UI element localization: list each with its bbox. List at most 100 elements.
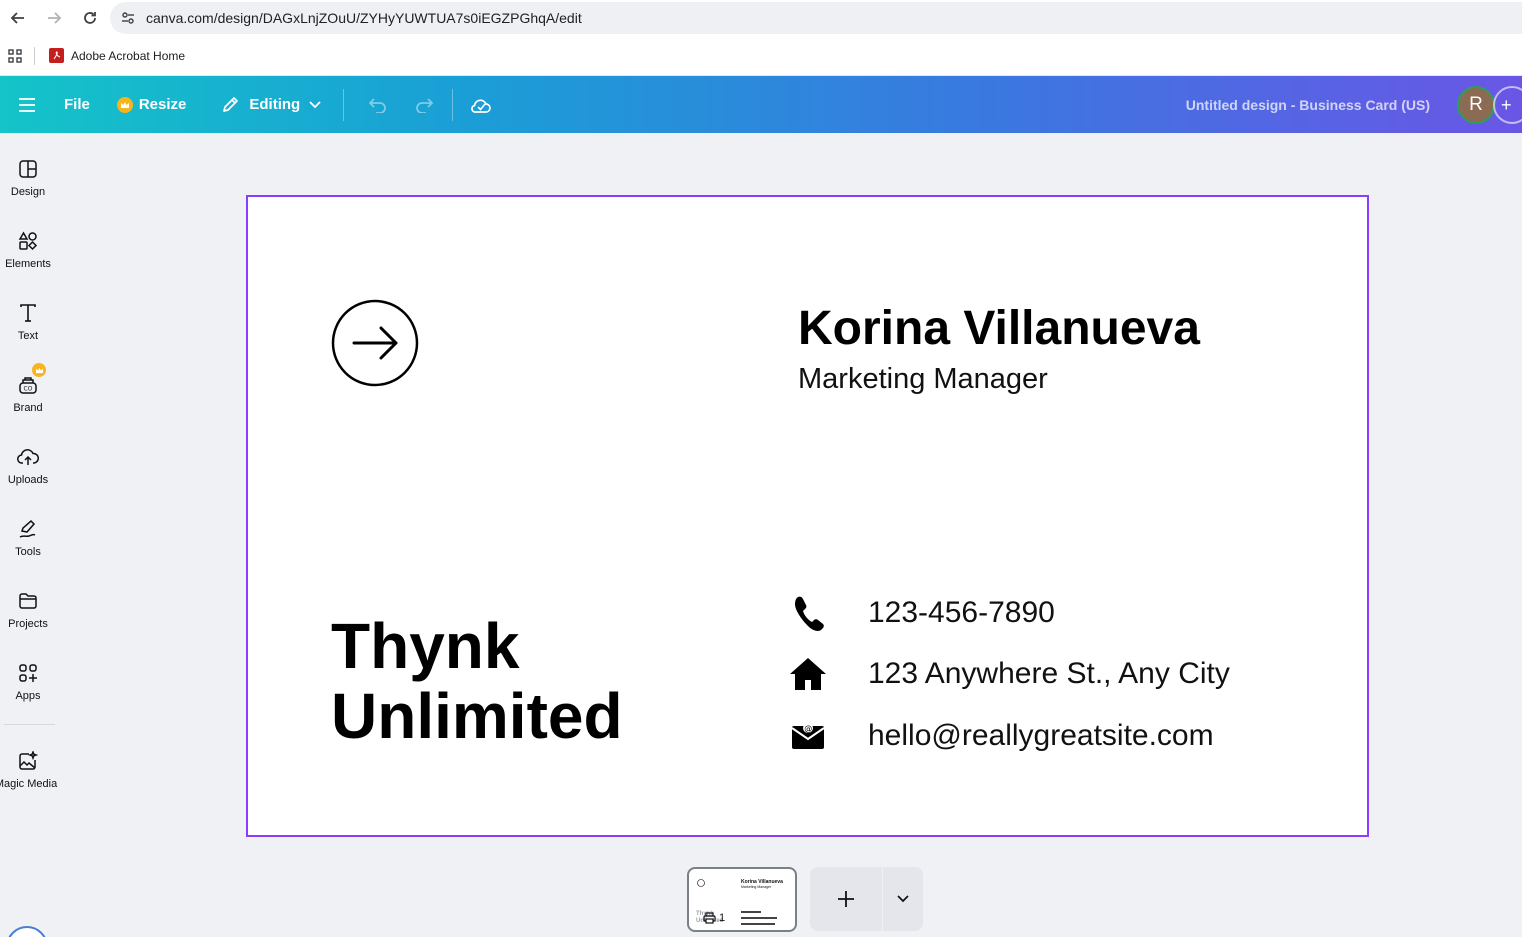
redo-icon bbox=[416, 97, 434, 113]
file-menu-button[interactable]: File bbox=[64, 85, 90, 125]
phone-text: 123-456-7890 bbox=[868, 596, 1055, 629]
bookmark-divider bbox=[34, 46, 35, 65]
sidebar-item-label: Projects bbox=[8, 618, 48, 630]
contact-email-row[interactable]: @ hello@reallygreatsite.com bbox=[788, 713, 1214, 759]
brand-icon: CO bbox=[16, 363, 46, 397]
user-avatar[interactable]: R bbox=[1457, 86, 1495, 124]
acrobat-icon bbox=[49, 48, 64, 63]
design-page[interactable]: Korina Villanueva Marketing Manager Thyn… bbox=[246, 195, 1369, 837]
back-arrow-icon bbox=[10, 12, 24, 24]
browser-toolbar: canva.com/design/DAGxLnjZOuU/ZYHyYUWTUA7… bbox=[0, 0, 1522, 36]
elements-icon bbox=[16, 229, 40, 253]
phone-icon bbox=[788, 593, 828, 633]
forward-button[interactable] bbox=[36, 0, 72, 36]
sidebar-item-label: Tools bbox=[15, 546, 41, 558]
email-text: hello@reallygreatsite.com bbox=[868, 719, 1214, 752]
editor-toolbar: File Resize Editing Untitled design - Bu… bbox=[0, 76, 1522, 133]
card-company[interactable]: Thynk Unlimited bbox=[331, 611, 623, 751]
address-text: 123 Anywhere St., Any City bbox=[868, 657, 1230, 690]
arrow-right-circle-icon bbox=[697, 879, 705, 887]
sidebar-item-label: Uploads bbox=[7, 474, 49, 486]
sidebar-item-brand[interactable]: CO Brand bbox=[0, 363, 56, 439]
forward-arrow-icon bbox=[48, 12, 62, 24]
redo-button[interactable] bbox=[404, 85, 444, 125]
plus-icon bbox=[838, 891, 854, 907]
reload-button[interactable] bbox=[72, 0, 108, 36]
thumb-role: Marketing Manager bbox=[741, 885, 772, 889]
arrow-right-circle-icon[interactable] bbox=[331, 299, 419, 387]
magic-media-icon bbox=[16, 749, 40, 773]
url-text: canva.com/design/DAGxLnjZOuU/ZYHyYUWTUA7… bbox=[146, 10, 582, 26]
sidebar-divider bbox=[4, 724, 55, 725]
sidebar-item-apps[interactable]: Apps bbox=[0, 661, 56, 727]
print-icon bbox=[703, 912, 716, 924]
undo-button[interactable] bbox=[358, 85, 398, 125]
editing-label: Editing bbox=[249, 96, 301, 113]
resize-button[interactable]: Resize bbox=[116, 85, 187, 125]
thumb-line bbox=[741, 923, 775, 925]
card-name[interactable]: Korina Villanueva bbox=[798, 301, 1200, 356]
company-line-1: Thynk bbox=[331, 610, 520, 682]
sidebar-item-elements[interactable]: Elements bbox=[0, 229, 56, 295]
sidebar-item-design[interactable]: Design bbox=[0, 157, 56, 223]
page-thumbnail[interactable]: Korina Villanueva Marketing Manager Thyn… bbox=[687, 867, 797, 932]
add-collaborator-button[interactable]: + bbox=[1493, 86, 1522, 124]
text-icon bbox=[16, 301, 40, 325]
sidebar-item-uploads[interactable]: Uploads bbox=[0, 445, 56, 511]
sidebar-item-label: Text bbox=[17, 330, 39, 342]
thumb-line bbox=[741, 911, 761, 913]
bookmark-label: Adobe Acrobat Home bbox=[71, 48, 186, 63]
contact-address-row[interactable]: 123 Anywhere St., Any City bbox=[788, 651, 1230, 697]
toolbar-separator bbox=[452, 88, 454, 121]
site-settings-icon[interactable] bbox=[110, 2, 146, 34]
sidebar-item-tools[interactable]: Tools bbox=[0, 517, 56, 583]
main-menu-button[interactable] bbox=[7, 85, 47, 125]
editing-mode-button[interactable]: Editing bbox=[221, 85, 321, 125]
bookmark-adobe-acrobat[interactable]: Adobe Acrobat Home bbox=[49, 48, 185, 63]
sidebar-item-label: Elements bbox=[5, 258, 51, 270]
sidebar-item-label: Apps bbox=[15, 690, 41, 702]
contact-phone-row[interactable]: 123-456-7890 bbox=[788, 590, 1055, 636]
apps-grid-icon[interactable] bbox=[4, 36, 26, 76]
plus-icon: + bbox=[1501, 94, 1512, 115]
bookmarks-bar: Adobe Acrobat Home bbox=[0, 36, 1522, 76]
add-page-options-button[interactable] bbox=[883, 867, 923, 931]
chevron-down-icon bbox=[309, 100, 321, 108]
email-icon: @ bbox=[788, 716, 828, 756]
svg-text:CO: CO bbox=[24, 386, 33, 393]
company-line-2: Unlimited bbox=[331, 680, 623, 752]
resize-label: Resize bbox=[138, 96, 187, 113]
sidebar-item-label: Brand bbox=[13, 402, 43, 414]
document-title[interactable]: Untitled design - Business Card (US) bbox=[1186, 76, 1430, 133]
left-sidebar: Design Elements Text CO Brand Uploads To… bbox=[0, 133, 58, 937]
reload-icon bbox=[84, 12, 96, 24]
crown-icon bbox=[32, 363, 46, 377]
tools-icon bbox=[16, 517, 40, 541]
pencil-icon bbox=[223, 97, 239, 112]
chevron-down-icon bbox=[897, 895, 909, 903]
uploads-icon bbox=[16, 445, 40, 469]
card-role[interactable]: Marketing Manager bbox=[798, 363, 1048, 396]
crown-icon bbox=[116, 96, 133, 113]
cloud-check-icon bbox=[471, 98, 492, 113]
hamburger-icon bbox=[19, 97, 35, 112]
sidebar-item-magic-media[interactable]: Magic Media bbox=[0, 749, 58, 815]
undo-icon bbox=[369, 97, 386, 113]
svg-text:@: @ bbox=[804, 724, 812, 733]
sidebar-item-label: Design bbox=[10, 186, 46, 198]
address-bar[interactable]: canva.com/design/DAGxLnjZOuU/ZYHyYUWTUA7… bbox=[110, 2, 1522, 34]
design-icon bbox=[16, 157, 40, 181]
sidebar-item-projects[interactable]: Projects bbox=[0, 589, 56, 655]
apps-icon bbox=[16, 661, 40, 685]
back-button[interactable] bbox=[0, 0, 36, 36]
page-number-text: 1 bbox=[719, 912, 726, 924]
toolbar-separator bbox=[343, 88, 345, 121]
sidebar-item-text[interactable]: Text bbox=[0, 301, 56, 367]
home-icon bbox=[788, 654, 828, 694]
projects-icon bbox=[16, 589, 40, 613]
save-status-button[interactable] bbox=[461, 85, 501, 125]
thumb-line bbox=[741, 917, 777, 919]
add-page-button[interactable] bbox=[810, 867, 882, 931]
page-number: 1 bbox=[703, 912, 725, 924]
sidebar-item-label: Magic Media bbox=[0, 778, 58, 790]
